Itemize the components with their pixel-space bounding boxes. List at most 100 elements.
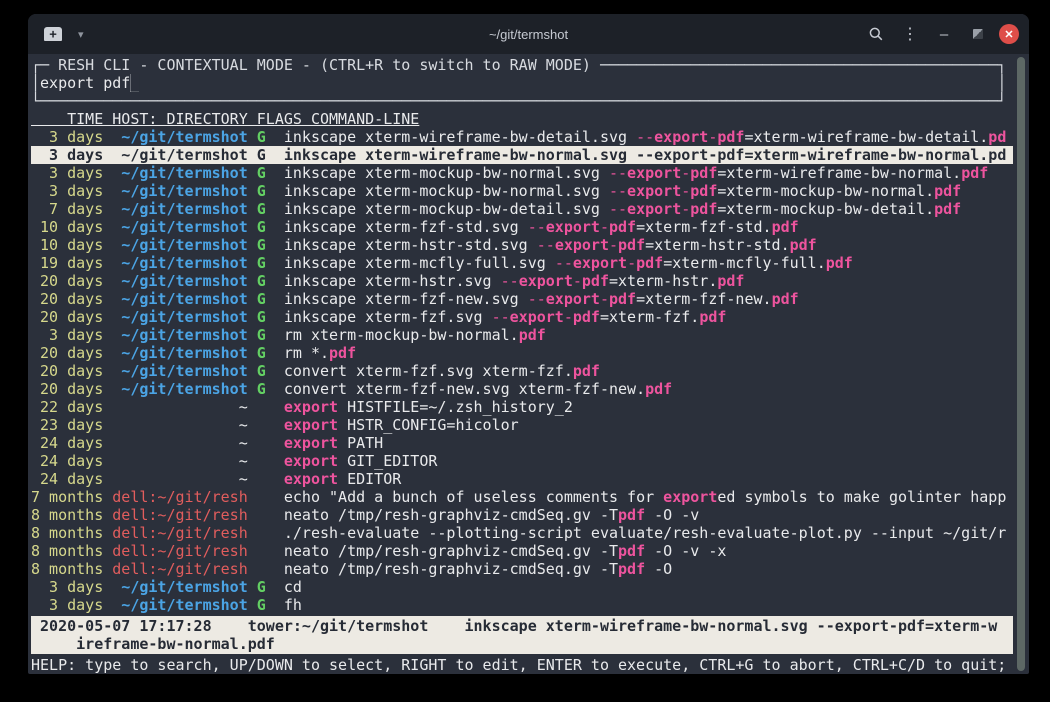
search-query-text: export pdf bbox=[40, 74, 130, 92]
cell-time: 20 days bbox=[31, 290, 103, 308]
history-row[interactable]: 22 days ~ export HISTFILE=~/.zsh_history… bbox=[31, 398, 1013, 416]
cmd-text: export bbox=[654, 146, 708, 164]
scrollbar[interactable] bbox=[1017, 57, 1025, 671]
history-row[interactable]: 3 days ~/git/termshot G rm xterm-mockup-… bbox=[31, 326, 1013, 344]
search-button[interactable] bbox=[863, 22, 889, 46]
cell-flag bbox=[257, 416, 266, 434]
cmd-text: ed symbols to make golinter happ bbox=[717, 488, 1006, 506]
cmd-text: HSTR_CONFIG=hicolor bbox=[338, 416, 519, 434]
cell-time: 7 months bbox=[31, 488, 103, 506]
history-row[interactable]: 3 days ~/git/termshot G inkscape xterm-m… bbox=[31, 164, 1013, 182]
cell-time: 24 days bbox=[31, 452, 103, 470]
history-row[interactable]: 24 days ~ export PATH bbox=[31, 434, 1013, 452]
cell-time: 3 days bbox=[31, 578, 103, 596]
cmd-text: EDITOR bbox=[338, 470, 401, 488]
history-row[interactable]: 3 days ~/git/termshot G cd bbox=[31, 578, 1013, 596]
cmd-text: pdf bbox=[699, 308, 726, 326]
search-input[interactable]: ┌─ RESH CLI - CONTEXTUAL MODE - (CTRL+R … bbox=[31, 56, 1029, 110]
history-row[interactable]: 3 days ~/git/termshot G inkscape xterm-w… bbox=[31, 128, 1013, 146]
minimize-button[interactable]: – bbox=[931, 22, 957, 46]
cmd-text: export bbox=[654, 128, 708, 146]
cell-time: 19 days bbox=[31, 254, 103, 272]
history-row[interactable]: 7 days ~/git/termshot G inkscape xterm-m… bbox=[31, 200, 1013, 218]
cmd-text: pdf bbox=[618, 506, 645, 524]
cmd-text: - bbox=[600, 218, 609, 236]
history-row[interactable]: 8 months dell:~/git/resh ./resh-evaluate… bbox=[31, 524, 1013, 542]
cmd-text: pdf bbox=[717, 128, 744, 146]
new-tab-button[interactable]: + bbox=[44, 27, 62, 41]
history-row[interactable]: 20 days ~/git/termshot G convert xterm-f… bbox=[31, 362, 1013, 380]
titlebar-right-controls: ⋮ – ✕ bbox=[863, 22, 1019, 46]
cmd-text: export bbox=[519, 272, 573, 290]
history-row[interactable]: 7 months dell:~/git/resh echo "Add a bun… bbox=[31, 488, 1013, 506]
history-row[interactable]: 3 days ~/git/termshot G fh bbox=[31, 596, 1013, 614]
cell-flag: G bbox=[257, 218, 266, 236]
cell-flag: G bbox=[257, 146, 266, 164]
menu-button[interactable]: ⋮ bbox=[897, 22, 923, 46]
history-row[interactable]: 8 months dell:~/git/resh neato /tmp/resh… bbox=[31, 506, 1013, 524]
cmd-text: export bbox=[284, 452, 338, 470]
kebab-icon: ⋮ bbox=[902, 24, 918, 44]
cmd-text: - bbox=[708, 128, 717, 146]
history-row[interactable]: 24 days ~ export GIT_EDITOR bbox=[31, 452, 1013, 470]
cmd-text: =xterm-mcfly-full. bbox=[663, 254, 826, 272]
restore-button[interactable] bbox=[965, 22, 991, 46]
cell-flag bbox=[257, 542, 266, 560]
cmd-text: =xterm-fzf-std. bbox=[636, 218, 771, 236]
history-row[interactable]: 24 days ~ export EDITOR bbox=[31, 470, 1013, 488]
cmd-text: pdf bbox=[934, 182, 961, 200]
history-row-selected[interactable]: 3 days ~/git/termshot G inkscape xterm-w… bbox=[31, 146, 1013, 164]
cmd-text: -O -v -x bbox=[645, 542, 726, 560]
history-row[interactable]: 3 days ~/git/termshot G inkscape xterm-m… bbox=[31, 182, 1013, 200]
history-row[interactable]: 10 days ~/git/termshot G inkscape xterm-… bbox=[31, 236, 1013, 254]
cmd-text: =xterm-hstr. bbox=[609, 272, 717, 290]
history-row[interactable]: 20 days ~/git/termshot G inkscape xterm-… bbox=[31, 308, 1013, 326]
cell-host-directory: ~/git/termshot bbox=[112, 344, 247, 362]
history-row[interactable]: 20 days ~/git/termshot G inkscape xterm-… bbox=[31, 290, 1013, 308]
cell-flag: G bbox=[257, 236, 266, 254]
history-row[interactable]: 8 months dell:~/git/resh neato /tmp/resh… bbox=[31, 542, 1013, 560]
history-row[interactable]: 23 days ~ export HSTR_CONFIG=hicolor bbox=[31, 416, 1013, 434]
cell-host-directory: ~/git/termshot bbox=[112, 326, 247, 344]
cmd-text: inkscape xterm-hstr-std.svg bbox=[284, 236, 537, 254]
cmd-text: pdf bbox=[618, 560, 645, 578]
cell-flag: G bbox=[257, 254, 266, 272]
history-row[interactable]: 10 days ~/git/termshot G inkscape xterm-… bbox=[31, 218, 1013, 236]
cmd-text: - bbox=[708, 146, 717, 164]
cmd-text: -- bbox=[537, 236, 555, 254]
cmd-text: ./resh-evaluate --plotting-script evalua… bbox=[284, 524, 1006, 542]
cell-host-directory: ~ bbox=[112, 416, 247, 434]
column-header: TIME HOST: DIRECTORY FLAGS COMMAND-LINE bbox=[31, 110, 1029, 128]
history-row[interactable]: 20 days ~/git/termshot G inkscape xterm-… bbox=[31, 272, 1013, 290]
cmd-text: convert xterm-fzf.svg xterm-fzf. bbox=[284, 362, 573, 380]
search-box-bottom-line: └───────────────────────────────────────… bbox=[31, 92, 1029, 110]
cmd-text: -O bbox=[645, 560, 672, 578]
cell-host-directory: ~/git/termshot bbox=[112, 308, 247, 326]
cmd-text: pdf bbox=[618, 236, 645, 254]
cmd-text: pd bbox=[988, 128, 1006, 146]
cmd-text: export bbox=[284, 398, 338, 416]
cell-flag: G bbox=[257, 128, 266, 146]
cmd-text: pdf bbox=[609, 218, 636, 236]
cmd-text: pdf bbox=[609, 290, 636, 308]
cell-time: 20 days bbox=[31, 380, 103, 398]
cell-time: 8 months bbox=[31, 524, 103, 542]
cmd-text: export bbox=[627, 182, 681, 200]
cell-flag: G bbox=[257, 200, 266, 218]
help-bar: HELP: type to search, UP/DOWN to select,… bbox=[31, 656, 1029, 674]
close-button[interactable]: ✕ bbox=[999, 24, 1019, 44]
history-row[interactable]: 8 months dell:~/git/resh neato /tmp/resh… bbox=[31, 560, 1013, 578]
history-row[interactable]: 20 days ~/git/termshot G convert xterm-f… bbox=[31, 380, 1013, 398]
cell-time: 20 days bbox=[31, 344, 103, 362]
history-row[interactable]: 19 days ~/git/termshot G inkscape xterm-… bbox=[31, 254, 1013, 272]
history-row[interactable]: 20 days ~/git/termshot G rm *.pdf bbox=[31, 344, 1013, 362]
cell-flag: G bbox=[257, 596, 266, 614]
tab-menu-caret-icon[interactable]: ▾ bbox=[78, 28, 84, 41]
cell-host-directory: ~/git/termshot bbox=[112, 218, 247, 236]
cmd-text: -- bbox=[636, 128, 654, 146]
cmd-text: inkscape xterm-mockup-bw-normal.svg bbox=[284, 182, 609, 200]
cmd-text: export bbox=[510, 308, 564, 326]
cmd-text: pdf bbox=[717, 272, 744, 290]
cell-flag: G bbox=[257, 290, 266, 308]
cell-time: 8 months bbox=[31, 560, 103, 578]
